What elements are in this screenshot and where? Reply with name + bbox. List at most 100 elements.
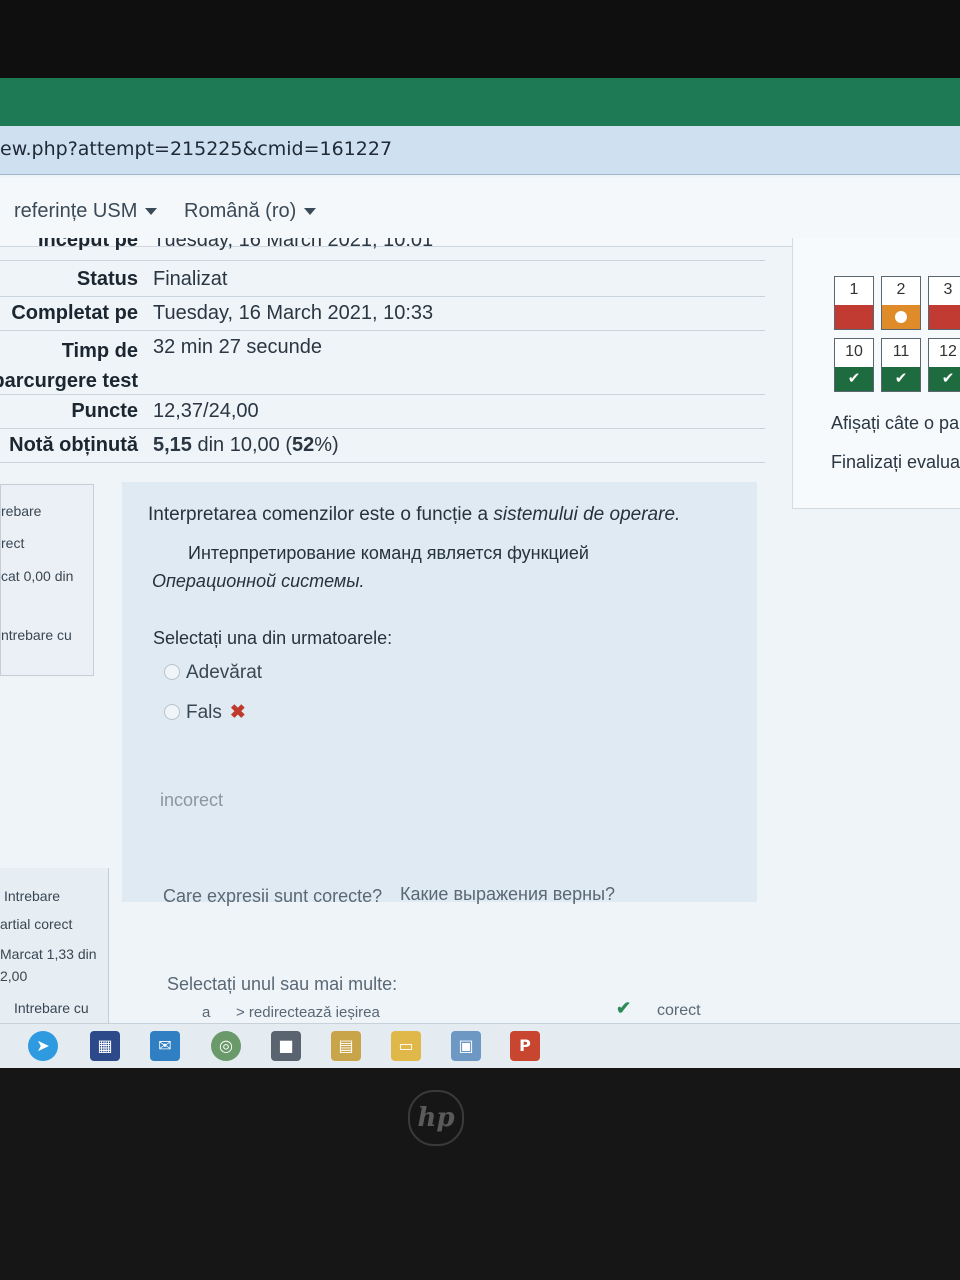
question-nav-button[interactable]: 10 ✔ <box>834 338 874 392</box>
summary-label: Început pe <box>37 238 138 251</box>
show-one-page-link[interactable]: Afișați câte o pa <box>831 413 959 434</box>
question-label: rebare <box>1 503 42 519</box>
summary-label: Status <box>76 268 138 290</box>
quiz-navigation: 1 2 3 10 ✔ 11 ✔ 12 ✔ Afișați câte o pa F… <box>792 238 960 509</box>
flag-question-link[interactable]: ntrebare cu <box>1 627 72 643</box>
answer-prompt: Selectați unul sau mai multe: <box>167 974 398 994</box>
option-label: Fals <box>186 702 222 723</box>
links-menu[interactable]: referințe USM <box>14 200 158 223</box>
screen: ew.php?attempt=215225&cmid=161227 referi… <box>0 78 960 1068</box>
site-navbar: referințe USM Română (ro) <box>0 178 960 247</box>
checkmark-icon: ✔ <box>616 998 632 1018</box>
question-nav-button[interactable]: 11 ✔ <box>881 338 921 392</box>
question-number: 11 <box>892 343 910 360</box>
question-state: rect <box>1 535 25 551</box>
question-text-ro: Interpretarea comenzilor este o funcție … <box>148 504 680 526</box>
summary-row-duration: Timp de parcurgere test 32 min 27 secund… <box>0 330 765 395</box>
radio-button[interactable] <box>164 664 180 680</box>
question-number: 12 <box>939 343 957 360</box>
question-number: 10 <box>845 343 863 360</box>
partial-state-indicator <box>882 305 920 329</box>
summary-row-grade: Notă obținută 5,15 din 10,00 (52%) <box>0 428 765 463</box>
browser-tab-strip <box>0 78 960 126</box>
option-label: Adevărat <box>186 662 263 683</box>
radio-button[interactable] <box>164 704 180 720</box>
question-number: 3 <box>943 281 953 298</box>
monitor-bezel-top <box>0 0 960 80</box>
summary-value: 5,15 din 10,00 (52%) <box>153 434 339 457</box>
links-menu-label: referințe USM <box>14 200 138 222</box>
option-label[interactable]: > redirecteazǎ ieșirea <box>236 1004 380 1021</box>
powerpoint-icon[interactable]: P <box>510 1031 540 1061</box>
question-nav-button[interactable]: 1 <box>834 276 874 330</box>
chart-app-icon[interactable]: ▤ <box>331 1031 361 1061</box>
chevron-down-icon <box>304 208 317 216</box>
summary-row-started: Început pe Tuesday, 16 March 2021, 10:01 <box>0 238 765 261</box>
circle-icon <box>895 311 907 323</box>
wrong-state-indicator <box>929 305 960 329</box>
question-nav-button[interactable]: 12 ✔ <box>928 338 960 392</box>
summary-label: Notă obținută <box>9 434 138 456</box>
hp-logo: hp <box>408 1090 464 1146</box>
checkmark-icon: ✔ <box>882 367 920 391</box>
question-text-ru-line2: Операционной системы. <box>152 571 365 591</box>
question-state: artial corect <box>0 916 73 932</box>
answer-option-false[interactable]: Fals ✖ <box>164 701 246 724</box>
chevron-down-icon <box>145 208 158 216</box>
box-icon[interactable]: ■ <box>271 1031 301 1061</box>
question-label: Intrebare <box>4 888 61 904</box>
question-feedback: incorect <box>160 790 224 810</box>
summary-label: Completat pe <box>11 302 138 324</box>
checkmark-icon: ✔ <box>835 367 873 391</box>
question-mark: cat 0,00 din <box>1 568 74 584</box>
summary-value: 12,37/24,00 <box>153 400 259 422</box>
mail-icon[interactable]: ✉ <box>150 1031 180 1061</box>
option-feedback: corect <box>657 1002 701 1019</box>
address-bar[interactable]: ew.php?attempt=215225&cmid=161227 <box>0 126 960 175</box>
question-text-ru: Какие выражения верны? <box>400 884 616 904</box>
wrong-state-indicator <box>835 305 873 329</box>
question-info-box: Intrebare artial corect Marcat 1,33 din … <box>0 868 109 1038</box>
question-text-ro: Care expresii sunt corecte? <box>163 886 383 906</box>
telegram-icon[interactable]: ➤ <box>28 1031 58 1061</box>
grade-max: din 10,00 ( <box>191 434 293 456</box>
question-info-box: rebare rect cat 0,00 din ntrebare cu <box>0 484 94 676</box>
checkmark-icon: ✔ <box>929 367 960 391</box>
summary-value: Finalizat <box>153 268 228 290</box>
windows-taskbar: ➤ ▦ ✉ ◎ ■ ▤ ▭ ▣ P <box>0 1023 960 1068</box>
option-letter: a <box>202 1004 211 1021</box>
question-max-mark: 2,00 <box>0 968 28 984</box>
summary-label: Puncte <box>71 400 138 422</box>
question-text-ru-line1: Интерпретирование команд является функци… <box>188 543 589 563</box>
summary-row-completed: Completat pe Tuesday, 16 March 2021, 10:… <box>0 296 765 331</box>
monitor-bezel-bottom <box>0 1068 960 1280</box>
grade-score: 5,15 <box>153 434 192 456</box>
summary-row-points: Puncte 12,37/24,00 <box>0 394 765 429</box>
summary-value: 32 min 27 secunde <box>153 336 323 358</box>
network-icon[interactable]: ▣ <box>451 1031 481 1061</box>
language-menu-label: Română (ro) <box>184 200 297 222</box>
flag-question-link[interactable]: Intrebare cu <box>14 1000 89 1016</box>
summary-row-status: Status Finalizat <box>0 260 765 297</box>
answer-option-true[interactable]: Adevărat <box>164 662 262 684</box>
incorrect-x-icon: ✖ <box>229 702 246 723</box>
summary-label: Timp de parcurgere test <box>0 340 138 392</box>
question-nav-button[interactable]: 2 <box>881 276 921 330</box>
question-mark: Marcat 1,33 din <box>0 946 97 962</box>
xbox-icon[interactable]: ◎ <box>211 1031 241 1061</box>
summary-value: Tuesday, 16 March 2021, 10:33 <box>153 302 434 324</box>
finish-review-link[interactable]: Finalizați evalua <box>831 452 960 473</box>
summary-value: Tuesday, 16 March 2021, 10:01 <box>153 238 434 251</box>
language-menu[interactable]: Română (ro) <box>184 200 317 223</box>
question-text-ro-italic: sistemului de operare. <box>493 504 681 525</box>
answer-prompt: Selectați una din urmatoarele: <box>153 628 393 648</box>
grade-percent-suffix: %) <box>314 434 339 456</box>
folder-icon[interactable]: ▭ <box>391 1031 421 1061</box>
question-number: 2 <box>896 281 906 298</box>
store-icon[interactable]: ▦ <box>90 1031 120 1061</box>
question-text-ro-plain: Interpretarea comenzilor este o funcție … <box>148 504 494 525</box>
grade-percent: 52 <box>292 434 315 456</box>
question-nav-button[interactable]: 3 <box>928 276 960 330</box>
question-number: 1 <box>849 281 859 298</box>
url-text[interactable]: ew.php?attempt=215225&cmid=161227 <box>0 138 392 160</box>
